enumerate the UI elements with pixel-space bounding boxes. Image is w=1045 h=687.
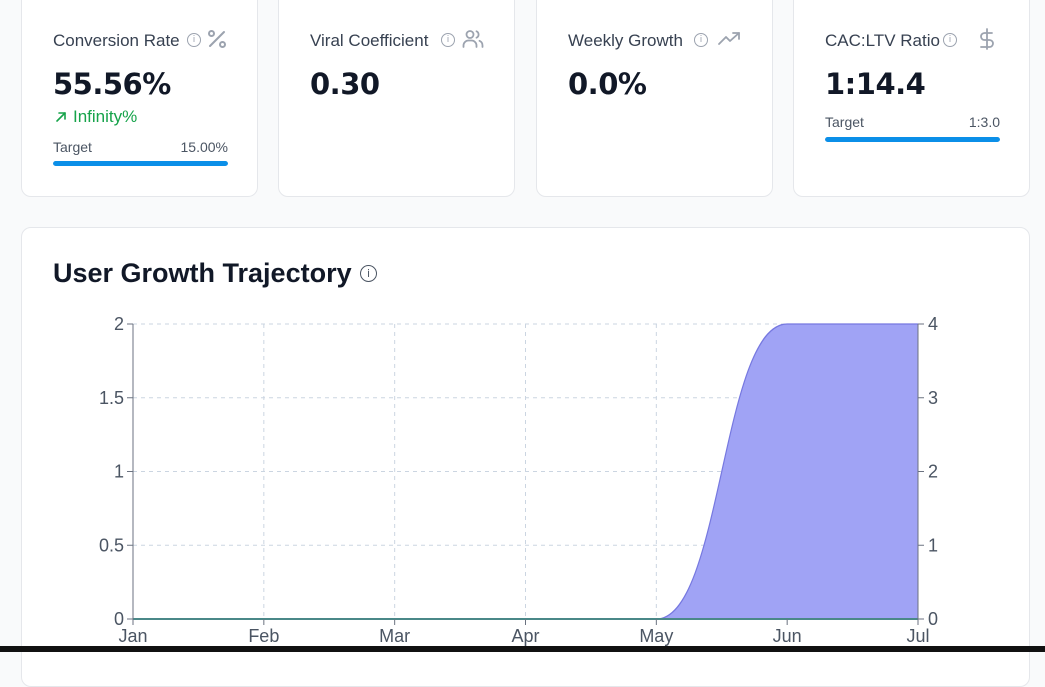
x-axis-tick-label: Jun — [773, 626, 802, 646]
right-axis-tick-label: 3 — [928, 388, 938, 408]
x-axis-tick-label: Apr — [511, 626, 539, 646]
x-axis-tick-label: Mar — [379, 626, 410, 646]
right-axis-tick-label: 4 — [928, 314, 938, 334]
right-axis-tick-label: 1 — [928, 535, 938, 555]
left-axis-tick-label: 1 — [114, 462, 124, 482]
left-axis-tick-label: 2 — [114, 314, 124, 334]
left-axis-tick-label: 0.5 — [99, 535, 124, 555]
right-axis-tick-label: 2 — [928, 462, 938, 482]
x-axis-tick-label: Jan — [118, 626, 147, 646]
x-axis-tick-label: Feb — [248, 626, 279, 646]
user-growth-chart: 00.511.5201234Jan Feb Mar Apr May Jun Jul — [99, 314, 938, 646]
screen-bottom-edge — [0, 646, 1045, 652]
left-axis-tick-label: 1.5 — [99, 388, 124, 408]
x-axis-tick-label: Jul — [906, 626, 929, 646]
x-axis-tick-label: May — [639, 626, 673, 646]
